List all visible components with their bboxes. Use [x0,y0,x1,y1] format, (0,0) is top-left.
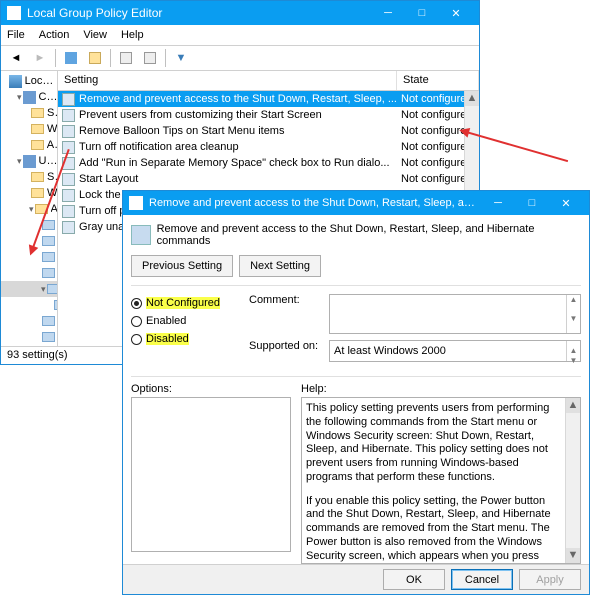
help-box: This policy setting prevents users from … [301,397,581,564]
cancel-button[interactable]: Cancel [451,569,513,590]
tree-item[interactable]: All Settings [1,345,57,346]
tree-item[interactable]: Software Settings [1,105,57,121]
scroll-up-icon[interactable]: ▲ [465,91,479,106]
window-title: Local Group Policy Editor [27,6,371,20]
spin-down-icon[interactable]: ▼ [567,314,580,333]
supported-value: At least Windows 2000 [334,345,446,357]
tree-item[interactable]: Notifications [1,297,57,313]
radio-label: Enabled [146,315,186,327]
help-text: This policy setting prevents users from … [306,402,564,485]
state-radio-group: Not Configured Enabled Disabled [131,294,239,368]
filter-icon[interactable]: ▼ [170,47,192,69]
back-button[interactable]: ◄ [5,47,27,69]
tree-item[interactable]: ▾Start Menu and Taskbar [1,281,57,297]
menubar: File Action View Help [1,25,479,45]
tree-item[interactable]: ▾Computer Configuration [1,89,57,105]
show-hide-icon[interactable] [84,47,106,69]
tree-item[interactable]: Windows Components [1,329,57,345]
previous-setting-button[interactable]: Previous Setting [131,255,233,277]
tree-item[interactable]: Software Settings [1,169,57,185]
spin-up-icon[interactable]: ▲ [567,341,580,351]
tree-item[interactable]: Shared Folders [1,265,57,281]
dialog-title: Remove and prevent access to the Shut Do… [149,197,481,209]
radio-disabled[interactable]: Disabled [131,330,239,348]
radio-icon [131,316,142,327]
dialog-footer: OK Cancel Apply [123,564,589,594]
radio-not-configured[interactable]: Not Configured [131,294,239,312]
gpedit-titlebar[interactable]: Local Group Policy Editor ─ □ ✕ [1,1,479,25]
scroll-up-icon[interactable]: ▲ [566,398,580,413]
apply-button[interactable]: Apply [519,569,581,590]
help-label: Help: [301,383,581,395]
list-row[interactable]: Remove and prevent access to the Shut Do… [58,91,479,107]
comment-label: Comment: [249,294,323,334]
dialog-icon [129,196,143,210]
radio-label: Not Configured [146,297,220,309]
menu-action[interactable]: Action [39,29,70,41]
comment-field[interactable]: ▲▼ [329,294,581,334]
spin-up-icon[interactable]: ▲ [567,295,580,314]
radio-icon [131,298,142,309]
toolbar: ◄ ► ▼ [1,45,479,71]
tree-item[interactable]: Windows Settings [1,121,57,137]
col-state[interactable]: State [397,71,479,90]
list-row[interactable]: Start LayoutNot configured [58,171,479,187]
tree-item[interactable]: Administrative Templates [1,137,57,153]
next-setting-button[interactable]: Next Setting [239,255,321,277]
menu-help[interactable]: Help [121,29,144,41]
tree-item[interactable]: System [1,313,57,329]
col-setting[interactable]: Setting [58,71,397,90]
maximize-button[interactable]: □ [515,191,549,215]
tree-item[interactable]: ▾User Configuration [1,153,57,169]
tree-item[interactable]: Control Panel [1,217,57,233]
tree-item[interactable]: Local Computer Policy [1,73,57,89]
radio-icon [131,334,142,345]
options-label: Options: [131,383,291,395]
radio-enabled[interactable]: Enabled [131,312,239,330]
list-header: Setting State [58,71,479,91]
policy-dialog: Remove and prevent access to the Shut Do… [122,190,590,595]
minimize-button[interactable]: ─ [371,1,405,25]
policy-tree[interactable]: Local Computer Policy▾Computer Configura… [1,71,58,346]
help-text: If you enable this policy setting, the P… [306,495,564,565]
dialog-titlebar[interactable]: Remove and prevent access to the Shut Do… [123,191,589,215]
menu-file[interactable]: File [7,29,25,41]
maximize-button[interactable]: □ [405,1,439,25]
scroll-down-icon[interactable]: ▼ [566,548,580,563]
options-box [131,397,291,552]
dialog-heading-row: Remove and prevent access to the Shut Do… [131,219,581,251]
scrollbar[interactable]: ▲ ▼ [565,398,580,563]
radio-label: Disabled [146,333,189,345]
export-icon[interactable] [139,47,161,69]
close-button[interactable]: ✕ [549,191,583,215]
properties-icon[interactable] [115,47,137,69]
list-row[interactable]: Add "Run in Separate Memory Space" check… [58,155,479,171]
close-button[interactable]: ✕ [439,1,473,25]
list-row[interactable]: Turn off notification area cleanupNot co… [58,139,479,155]
list-row[interactable]: Remove Balloon Tips on Start Menu itemsN… [58,123,479,139]
up-icon[interactable] [60,47,82,69]
ok-button[interactable]: OK [383,569,445,590]
minimize-button[interactable]: ─ [481,191,515,215]
forward-button[interactable]: ► [29,47,51,69]
app-icon [7,6,21,20]
policy-icon [131,225,151,245]
dialog-heading: Remove and prevent access to the Shut Do… [157,223,581,247]
spin-down-icon[interactable]: ▼ [567,351,580,361]
supported-field: At least Windows 2000 ▲▼ [329,340,581,362]
menu-view[interactable]: View [83,29,107,41]
supported-label: Supported on: [249,340,323,362]
list-row[interactable]: Prevent users from customizing their Sta… [58,107,479,123]
